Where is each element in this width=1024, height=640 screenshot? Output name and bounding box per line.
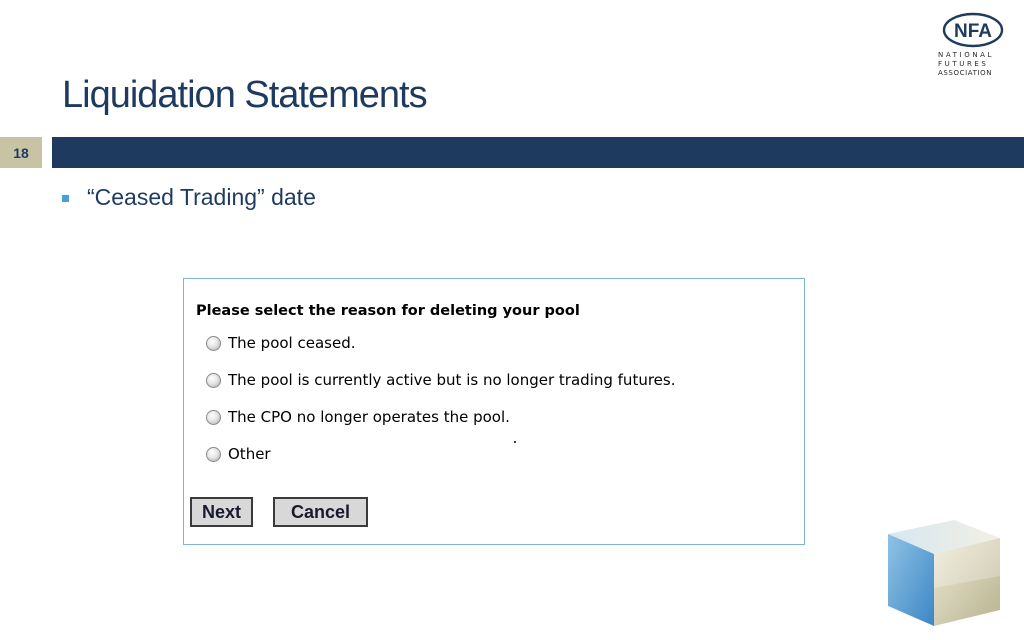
option-pool-ceased[interactable]: The pool ceased. bbox=[206, 334, 355, 352]
radio-button[interactable] bbox=[206, 335, 221, 351]
radio-button[interactable] bbox=[206, 446, 221, 462]
svg-text:NFA: NFA bbox=[954, 21, 992, 42]
radio-button[interactable] bbox=[206, 372, 221, 388]
nfa-logo: NFA NATIONAL FUTURES ASSOCIATION bbox=[938, 12, 1010, 82]
bullet-text: “Ceased Trading” date bbox=[87, 184, 316, 210]
option-cpo-no-longer-operates[interactable]: The CPO no longer operates the pool. bbox=[206, 408, 510, 426]
bullet-square-icon bbox=[62, 195, 69, 202]
option-other[interactable]: Other bbox=[206, 445, 271, 463]
stray-dot bbox=[514, 441, 516, 443]
option-label: The pool ceased. bbox=[228, 334, 356, 352]
cancel-button[interactable]: Cancel bbox=[273, 497, 368, 527]
bullet-item: “Ceased Trading” date bbox=[62, 184, 316, 211]
option-no-longer-trading[interactable]: The pool is currently active but is no l… bbox=[206, 371, 675, 389]
slide-number: 18 bbox=[0, 137, 42, 168]
next-button[interactable]: Next bbox=[190, 497, 253, 527]
cube-decoration-icon bbox=[888, 520, 1000, 626]
nfa-logo-mark: NFA bbox=[942, 12, 1004, 48]
slide-title: Liquidation Statements bbox=[62, 74, 428, 116]
option-label: The pool is currently active but is no l… bbox=[228, 371, 676, 389]
delete-pool-form: Please select the reason for deleting yo… bbox=[183, 278, 805, 545]
form-question: Please select the reason for deleting yo… bbox=[196, 303, 580, 319]
radio-button[interactable] bbox=[206, 409, 221, 425]
option-label: Other bbox=[228, 445, 271, 463]
option-label: The CPO no longer operates the pool. bbox=[228, 408, 510, 426]
header-bar bbox=[52, 137, 1024, 168]
nfa-logo-text: NATIONAL FUTURES ASSOCIATION bbox=[938, 51, 995, 77]
